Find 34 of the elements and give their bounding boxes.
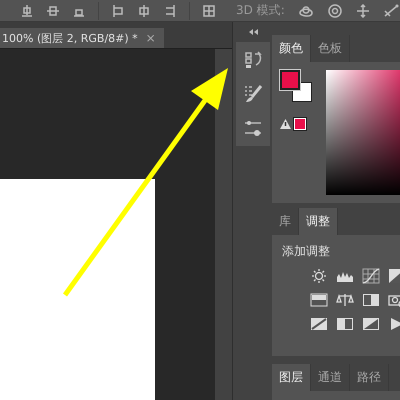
gamut-color-swatch[interactable] [294,118,306,130]
invert-icon[interactable] [310,316,328,332]
panel-heading: 添加调整 [281,243,331,260]
align-middle-icon[interactable] [46,4,60,18]
distribute-left-icon[interactable] [111,4,125,18]
history-icon[interactable] [242,50,262,70]
gradient-map-icon[interactable] [310,292,328,308]
brush-settings-icon[interactable] [242,118,262,138]
threshold-icon[interactable] [362,316,380,332]
warning-icon[interactable] [280,119,291,129]
brush-presets-icon[interactable] [242,84,262,104]
mode-label: 3D 模式: [236,2,285,19]
brightness-icon[interactable] [310,268,328,284]
scroll-bar[interactable] [215,49,232,400]
auto-align-icon[interactable] [202,4,216,18]
distribute-center-icon[interactable] [137,4,151,18]
half-square-icon[interactable] [362,292,380,308]
pan-icon[interactable] [354,4,371,18]
document-tab[interactable]: 100% (图层 2, RGB/8#) * × [0,28,164,48]
roll-icon[interactable] [326,4,343,18]
panel-tab[interactable]: 图层 [272,364,311,391]
posterize-icon[interactable] [336,316,354,332]
collapse-icon[interactable] [246,28,258,36]
curves-icon[interactable] [362,268,380,284]
distribute-right-icon[interactable] [163,4,177,18]
slide-icon[interactable] [382,4,399,18]
panel-tab[interactable]: 调整 [299,208,338,235]
align-bottom-icon[interactable] [20,4,34,18]
panel-tab[interactable]: 颜色 [272,35,311,62]
close-button[interactable]: × [146,31,156,45]
color-field[interactable] [326,70,400,195]
orbit-icon[interactable] [296,4,315,18]
color-swatches[interactable] [280,70,312,102]
color-balance-icon[interactable] [336,292,354,308]
